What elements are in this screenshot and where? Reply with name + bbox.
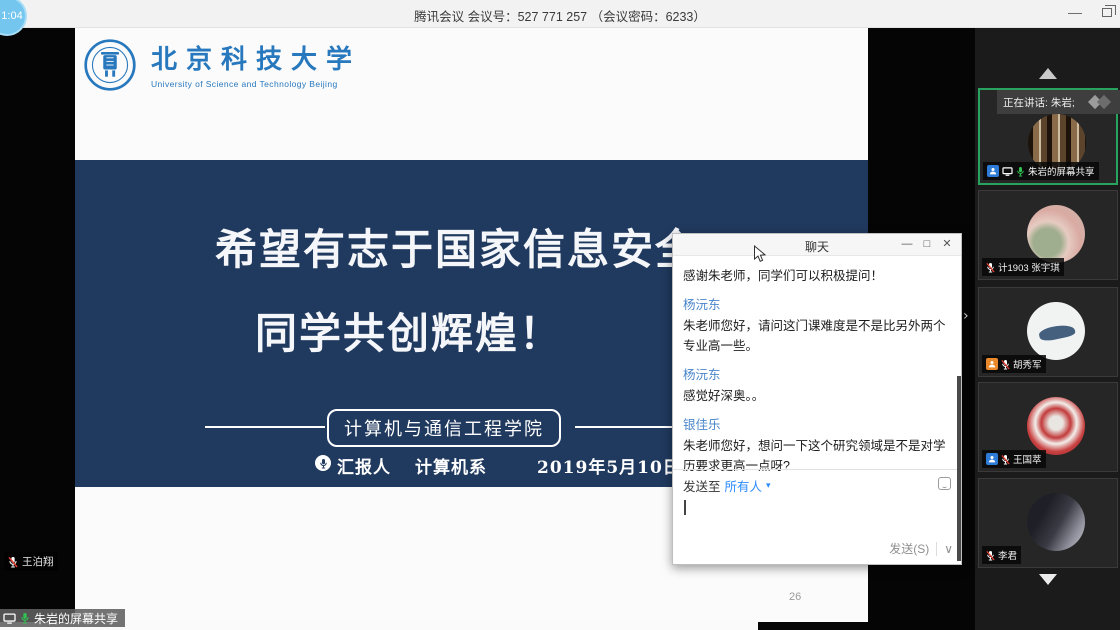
chat-minimize-button[interactable]: —	[897, 234, 917, 256]
slide-page-number: 26	[789, 591, 801, 603]
university-seal-icon	[83, 38, 137, 92]
participant-name: 李君	[998, 548, 1017, 562]
window-restore-icon[interactable]	[1102, 8, 1112, 17]
send-to-value[interactable]: 所有人	[725, 476, 763, 495]
speaking-toast: 正在讲话: 朱岩;	[997, 90, 1120, 114]
mouse-cursor	[753, 245, 766, 264]
chat-sender-name: 杨沅东	[683, 294, 951, 313]
participant-label: 李君	[982, 546, 1021, 564]
mic-muted-icon	[8, 556, 18, 568]
scroll-up-arrow-icon[interactable]	[1039, 68, 1057, 79]
member-icon	[986, 453, 998, 465]
participant-name: 计1903 张宇琪	[998, 260, 1060, 274]
mic-muted-icon	[1001, 359, 1010, 370]
member-icon	[987, 165, 999, 177]
meeting-timer-badge[interactable]: 1:04	[0, 0, 27, 36]
department-box: 计算机与通信工程学院	[327, 409, 561, 447]
window-titlebar: 腾讯会议 会议号：527 771 257 （会议密码：6233） —	[0, 0, 1120, 28]
participant-label: 胡秀军	[982, 355, 1046, 373]
chat-sender-name: 银佳乐	[683, 414, 951, 433]
participant-label: 王国萃	[982, 450, 1046, 468]
meeting-title: 腾讯会议 会议号：527 771 257 （会议密码：6233）	[0, 6, 1120, 25]
send-to-caret-icon[interactable]: ▾	[766, 480, 771, 491]
chat-message-text: 朱老师您好，请问这门课难度是不是比另外两个专业高一些。	[683, 316, 951, 356]
chat-message-text: 感谢朱老师，同学们可以积极提问！	[683, 266, 951, 286]
window-minimize-button[interactable]: —	[1064, 2, 1086, 24]
participant-name: 朱岩的屏幕共享	[1028, 164, 1095, 178]
emoji-button[interactable]	[938, 477, 951, 490]
avatar	[1027, 302, 1085, 360]
send-separator	[936, 542, 937, 556]
send-to-selector[interactable]: 发送至 所有人 ▾	[683, 476, 951, 495]
slide-date: 2019年5月10日	[537, 453, 681, 478]
send-options-caret-icon[interactable]: ∨	[944, 542, 953, 556]
participant-tile[interactable]: 李君	[978, 478, 1118, 568]
university-name-en: University of Science and Technology Bei…	[151, 79, 361, 89]
chat-message-list[interactable]: 感谢朱老师，同学们可以积极提问！ 杨沅东 朱老师您好，请问这门课难度是不是比另外…	[673, 256, 961, 471]
participant-name: 王国萃	[1013, 452, 1042, 466]
chat-scrollbar-thumb[interactable]	[957, 376, 961, 561]
participant-tile[interactable]: 计1903 张宇琪	[978, 190, 1118, 280]
mic-muted-icon	[1001, 454, 1010, 465]
slide-headline-line1: 希望有志于国家信息安全	[215, 216, 699, 277]
chat-titlebar[interactable]: 聊天 — □ ✕	[673, 234, 961, 256]
chat-maximize-button[interactable]: □	[917, 234, 937, 256]
screen-share-icon	[1002, 167, 1013, 176]
presenter-label: 汇报人	[337, 453, 391, 478]
slide-headline-line2: 同学共创辉煌！	[255, 300, 563, 361]
screen-share-icon	[3, 613, 16, 624]
presenter-department: 计算机系	[415, 453, 487, 478]
participant-label: 朱岩的屏幕共享	[983, 162, 1099, 180]
chat-window: 聊天 — □ ✕ 感谢朱老师，同学们可以积极提问！ 杨沅东 朱老师您好，请问这门…	[672, 233, 962, 565]
mic-muted-icon	[986, 550, 995, 561]
avatar	[1027, 205, 1085, 263]
share-banner-text: 朱岩的屏幕共享	[34, 610, 118, 627]
participant-tile[interactable]: 王国萃	[978, 382, 1118, 472]
meeting-window: 腾讯会议 会议号：527 771 257 （会议密码：6233） — 1:04	[0, 0, 1120, 630]
member-icon	[986, 358, 998, 370]
university-logo: 北京科技大学 University of Science and Technol…	[83, 38, 361, 92]
mic-on-icon	[1016, 166, 1025, 177]
participant-label: 计1903 张宇琪	[982, 258, 1064, 276]
decorative-line-left	[205, 426, 325, 428]
chat-close-button[interactable]: ✕	[937, 234, 957, 256]
participant-name: 胡秀军	[1013, 357, 1042, 371]
sidebar-expand-chevron[interactable]: ›	[963, 308, 969, 324]
participant-tile[interactable]: 胡秀军	[978, 287, 1118, 377]
mic-on-icon	[20, 612, 30, 624]
presenter-mic-icon	[315, 455, 331, 471]
avatar	[1027, 397, 1085, 455]
speaking-toast-text: 正在讲话: 朱岩;	[1003, 95, 1075, 110]
corner-participant-name: 王泊翔	[22, 554, 54, 569]
chat-input[interactable]	[683, 498, 951, 536]
send-button[interactable]: 发送(S)	[889, 540, 929, 557]
scroll-down-arrow-icon[interactable]	[1039, 574, 1057, 585]
corner-participant-label: 王泊翔	[4, 552, 58, 571]
chat-sender-name: 杨沅东	[683, 364, 951, 383]
participants-sidebar: 朱岩的屏幕共享 正在讲话: 朱岩; 计1903 张宇琪 胡秀军	[975, 28, 1120, 630]
mic-muted-icon	[986, 262, 995, 273]
screen-share-banner: 朱岩的屏幕共享	[0, 609, 125, 627]
university-name-cn: 北京科技大学	[151, 46, 361, 76]
speaking-indicator-icon	[1088, 95, 1114, 109]
send-to-label: 发送至	[683, 476, 721, 495]
chat-message-text: 感觉好深奥。。	[683, 386, 951, 406]
chat-footer: 发送至 所有人 ▾ 发送(S) ∨	[673, 469, 961, 564]
chat-message-text: 朱老师您好，想问一下这个研究领域是不是对学历要求更高一点呀?	[683, 436, 951, 471]
avatar	[1027, 493, 1085, 551]
